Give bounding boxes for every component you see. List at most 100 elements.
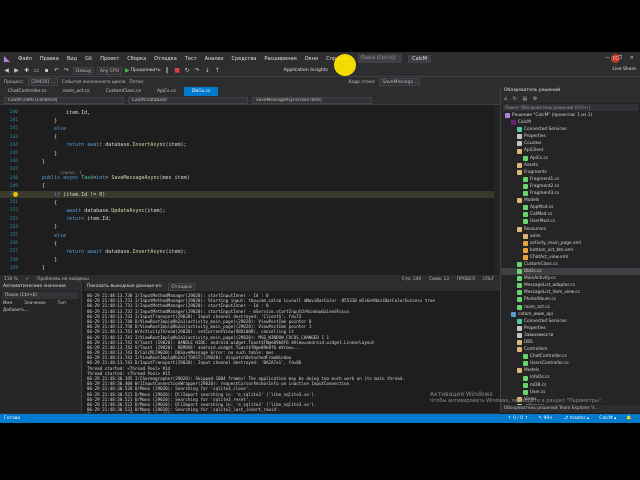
menu-item[interactable]: Git (81, 56, 96, 62)
tree-item[interactable]: mDB.cs (501, 382, 640, 389)
redo-icon[interactable]: ↷ (63, 67, 70, 74)
window-controls[interactable]: — ❐ ✕ (605, 55, 637, 61)
class-dropdown[interactable]: CalcM.Database (128, 96, 248, 104)
platform-dropdown[interactable]: Any CPU (96, 66, 122, 75)
zoom-level[interactable]: 116 % (4, 277, 18, 282)
menu-item[interactable]: Расширения (260, 56, 300, 62)
tree-item[interactable]: activity_main_page.xml (501, 240, 640, 247)
status-item[interactable]: ⎇ master ▴ (563, 416, 589, 421)
tree-item[interactable]: Решение "CalcM" (проектов: 1 из 1) (501, 112, 640, 119)
document-tab[interactable]: ApiCs.cs (149, 87, 184, 96)
tree-item[interactable]: Connected Services (501, 126, 640, 133)
stop-icon[interactable]: ■ (174, 67, 181, 74)
tree-item[interactable]: Properties (501, 133, 640, 140)
tree-item[interactable]: Fragment3.cs (501, 190, 640, 197)
menu-item[interactable]: Отладка (150, 56, 181, 62)
restart-icon[interactable]: ↻ (184, 67, 191, 74)
code-editor[interactable]: 240 item.Id, 241 } 242 else 243 {244 return… (0, 105, 500, 275)
undo-icon[interactable]: ↶ (53, 67, 60, 74)
tree-item[interactable]: Assets (501, 162, 640, 169)
tree-item[interactable]: UsersController.cs (501, 360, 640, 367)
menu-item[interactable]: Анализ (201, 56, 228, 62)
tree-item[interactable]: CatMod.cs (501, 211, 640, 218)
codelens-references[interactable]: ссылок: 1 (60, 170, 82, 175)
tree-item[interactable]: ChatAct_view.xml (501, 254, 640, 261)
tree-item[interactable]: catom_www_api (501, 311, 640, 318)
document-tab[interactable]: room_act.cs (55, 87, 98, 96)
folder-icon (517, 169, 522, 175)
whitespace-mode[interactable]: ПРОБЕЛ (457, 277, 475, 282)
new-item-icon[interactable]: ✚ (23, 67, 30, 74)
stack-frame-dropdown[interactable]: SaveMessage... (379, 78, 421, 86)
step-over-icon[interactable]: ↷ (194, 67, 201, 74)
tree-item[interactable]: AppMod.cs (501, 204, 640, 211)
issues-status[interactable]: Проблемы не найдены (37, 277, 89, 282)
status-item[interactable]: 🔔 (626, 416, 632, 421)
application-insights-button[interactable]: Application Insights (284, 68, 328, 73)
tree-item[interactable]: PhotoAlbum.cs (501, 296, 640, 303)
tree-item[interactable]: InfoDs.cs (501, 374, 640, 381)
status-item[interactable]: CalcM ▴ (599, 416, 616, 421)
menu-item[interactable]: Вид (63, 56, 81, 62)
tree-item[interactable]: room_act.cs (501, 304, 640, 311)
pause-icon[interactable]: ‖ (164, 67, 171, 74)
document-tab[interactable]: CustomClass.cs (98, 87, 149, 96)
output-source-dropdown[interactable]: Отладка (168, 283, 195, 291)
tree-item[interactable]: CustomClass.cs (501, 261, 640, 268)
tree-item[interactable]: MainActivity.cs (501, 275, 640, 282)
configuration-dropdown[interactable]: Debug (73, 66, 94, 75)
tree-item[interactable]: Ссылки (501, 140, 640, 147)
tree-item[interactable]: MessageList_item_view.cs (501, 289, 640, 296)
document-tab[interactable]: ChatController.cs (0, 87, 55, 96)
menu-item[interactable]: Окно (301, 56, 322, 62)
tree-item[interactable]: Fragments (501, 169, 640, 176)
search-input[interactable]: Поиск (Ctrl+Q) (358, 54, 403, 63)
menu-item[interactable]: Правка (36, 56, 63, 62)
tree-item[interactable]: DBS (501, 339, 640, 346)
menu-item[interactable]: Тест (181, 56, 201, 62)
process-dropdown[interactable]: [29420] ... (28, 78, 58, 86)
tree-item[interactable]: bottom_act_btn.xml (501, 247, 640, 254)
continue-button[interactable]: ▶ Продолжить (125, 67, 161, 74)
tree-item[interactable]: Fragment2.cs (501, 183, 640, 190)
status-item[interactable]: ↑ 0 / 0 ↑ (508, 416, 529, 421)
tree-item[interactable]: Properties (501, 325, 640, 332)
open-folder-icon[interactable]: ▭ (33, 67, 40, 74)
tree-item[interactable]: ApiClient (501, 147, 640, 154)
autos-search[interactable]: Поиск (Ctrl+E) (2, 292, 79, 299)
tree-item[interactable]: ChatController.cs (501, 353, 640, 360)
status-item[interactable]: ✎ 99+ (538, 416, 553, 421)
step-out-icon[interactable]: ↑ (214, 67, 221, 74)
solution-explorer-search[interactable]: Поиск: Обозреватель решений (Ctrl+;) (503, 104, 638, 111)
tree-item[interactable]: DbGs.cs (501, 268, 640, 276)
save-icon[interactable]: ▪ (43, 67, 50, 74)
step-into-icon[interactable]: ↓ (204, 67, 211, 74)
solution-explorer-footer-tabs[interactable]: Обозреватель решений Team Explorer Ч... (501, 405, 640, 413)
document-tab[interactable]: DbGs.cs (183, 87, 219, 96)
tree-item[interactable]: Models (501, 367, 640, 374)
forward-icon[interactable]: ▶ (13, 67, 20, 74)
member-dropdown[interactable]: SaveMessageAsync(mes item) (252, 96, 372, 104)
back-icon[interactable]: ◀ (3, 67, 10, 74)
live-share-button[interactable]: Live Share (612, 67, 636, 72)
tree-item[interactable]: anim (501, 233, 640, 240)
menu-item[interactable]: Средства (227, 56, 260, 62)
project-dropdown[interactable]: CalcM (net6.0-android) (4, 96, 124, 104)
tree-item[interactable]: Connected Services (501, 318, 640, 325)
tree-item[interactable]: Controllers (501, 346, 640, 353)
tree-item[interactable]: CalcM (501, 119, 640, 126)
tree-item[interactable]: Models (501, 197, 640, 204)
line-ending[interactable]: CRLF (483, 277, 494, 282)
menu-item[interactable]: Сборка (123, 56, 150, 62)
autos-add-row[interactable]: Добавить... (0, 307, 81, 314)
menu-item[interactable]: Файл (14, 56, 36, 62)
tree-item[interactable]: Зависимости (501, 332, 640, 339)
tree-item[interactable]: MessageList_adapter.cs (501, 282, 640, 289)
tree-item[interactable]: UserMod.cs (501, 218, 640, 225)
tree-item[interactable]: Fragment1.cs (501, 176, 640, 183)
tree-item[interactable]: ApiCs.cs (501, 155, 640, 162)
tree-item[interactable]: Resources (501, 226, 640, 233)
menu-item[interactable]: Проект (96, 56, 123, 62)
solution-explorer-toolbar[interactable]: ⌂ ↻ ▤ ⚙ (501, 95, 640, 103)
lifecycle-events-dropdown[interactable]: События жизненного цикла (62, 80, 126, 85)
